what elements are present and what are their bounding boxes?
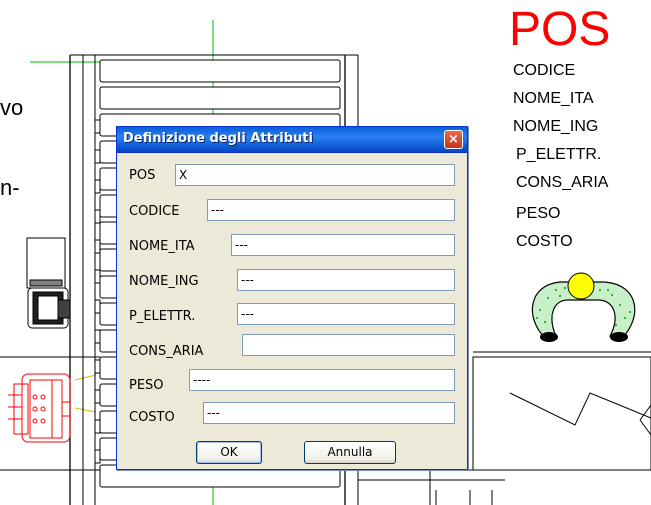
attribute-definition-dialog: Definizione degli Attributi × POS X CODI… [116,126,468,470]
close-icon: × [448,132,459,147]
dialog-titlebar[interactable]: Definizione degli Attributi × [117,127,467,153]
attribute-costo-label: COSTO [516,233,573,250]
cons-aria-label: CONS_ARIA [129,344,204,359]
nome-ing-label: NOME_ING [129,274,199,289]
pos-input[interactable]: X [175,164,455,186]
costo-label: COSTO [129,410,175,425]
peso-input[interactable]: ---- [189,369,455,391]
cancel-button[interactable]: Annulla [304,441,396,464]
nome-ita-label: NOME_ITA [129,239,195,254]
pos-label: POS [129,168,156,183]
peso-label: PESO [129,378,164,393]
ok-button[interactable]: OK [196,441,262,464]
attribute-cons-aria-label: CONS_ARIA [516,174,609,191]
p-elettr-label: P_ELETTR. [129,309,196,324]
p-elettr-input[interactable]: --- [237,303,455,325]
cons-aria-input[interactable] [242,334,455,356]
partial-text-vo: vo [0,95,24,120]
codice-input[interactable]: --- [207,199,455,221]
partial-text-n: n- [0,175,20,200]
costo-input[interactable]: --- [203,402,455,424]
attribute-peso-label: PESO [516,205,561,222]
dialog-title: Definizione degli Attributi [123,131,313,146]
attribute-nome-ita-label: NOME_ITA [513,90,594,107]
attribute-codice-label: CODICE [513,62,576,79]
codice-label: CODICE [129,204,180,219]
nome-ita-input[interactable]: --- [231,234,455,256]
attribute-nome-ing-label: NOME_ING [513,118,599,135]
pos-block-title: POS [509,3,611,56]
attribute-p-elettr-label: P_ELETTR. [516,146,602,163]
close-button[interactable]: × [444,130,463,149]
nome-ing-input[interactable]: --- [237,269,455,291]
